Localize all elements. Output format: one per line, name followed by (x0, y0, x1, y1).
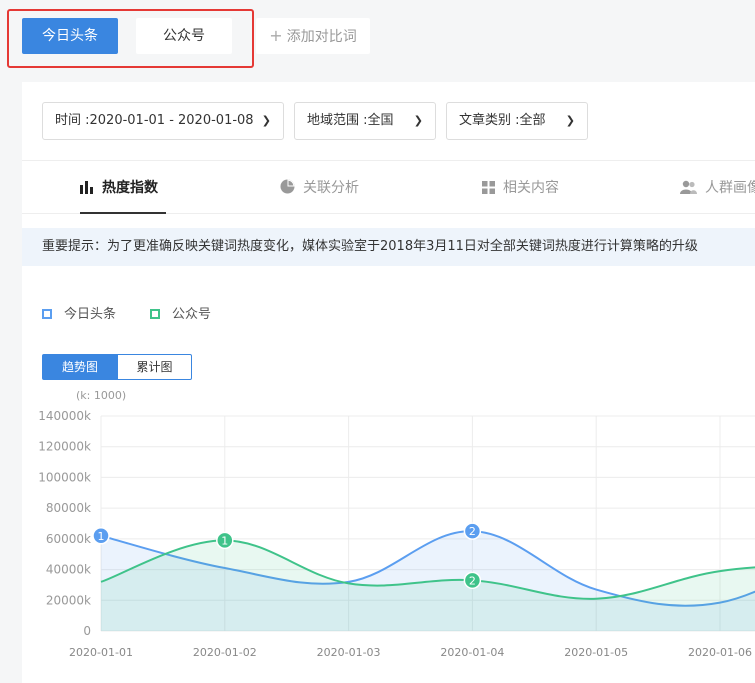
y-tick-label: 120000k (38, 440, 91, 454)
marker-label: 1 (221, 534, 228, 547)
y-tick-label: 80000k (46, 501, 91, 515)
y-tick-label: 100000k (38, 470, 91, 484)
x-tick-label: 2020-01-02 (193, 646, 257, 659)
y-tick-label: 40000k (46, 563, 91, 577)
x-tick-label: 2020-01-05 (564, 646, 628, 659)
y-tick-label: 20000k (46, 593, 91, 607)
x-tick-label: 2020-01-04 (440, 646, 504, 659)
y-tick-label: 0 (83, 624, 91, 638)
x-tick-label: 2020-01-06 (688, 646, 752, 659)
marker-label: 2 (469, 525, 476, 538)
y-tick-label: 140000k (38, 409, 91, 423)
x-tick-label: 2020-01-01 (69, 646, 133, 659)
x-tick-label: 2020-01-03 (317, 646, 381, 659)
unit-label: (k: 1000) (76, 389, 126, 402)
marker-label: 1 (98, 530, 105, 543)
marker-label: 2 (469, 574, 476, 587)
y-tick-label: 60000k (46, 532, 91, 546)
heat-trend-chart: 0 20000k 40000k 60000k 80000k 100000k 120000k 1… (38, 389, 755, 659)
